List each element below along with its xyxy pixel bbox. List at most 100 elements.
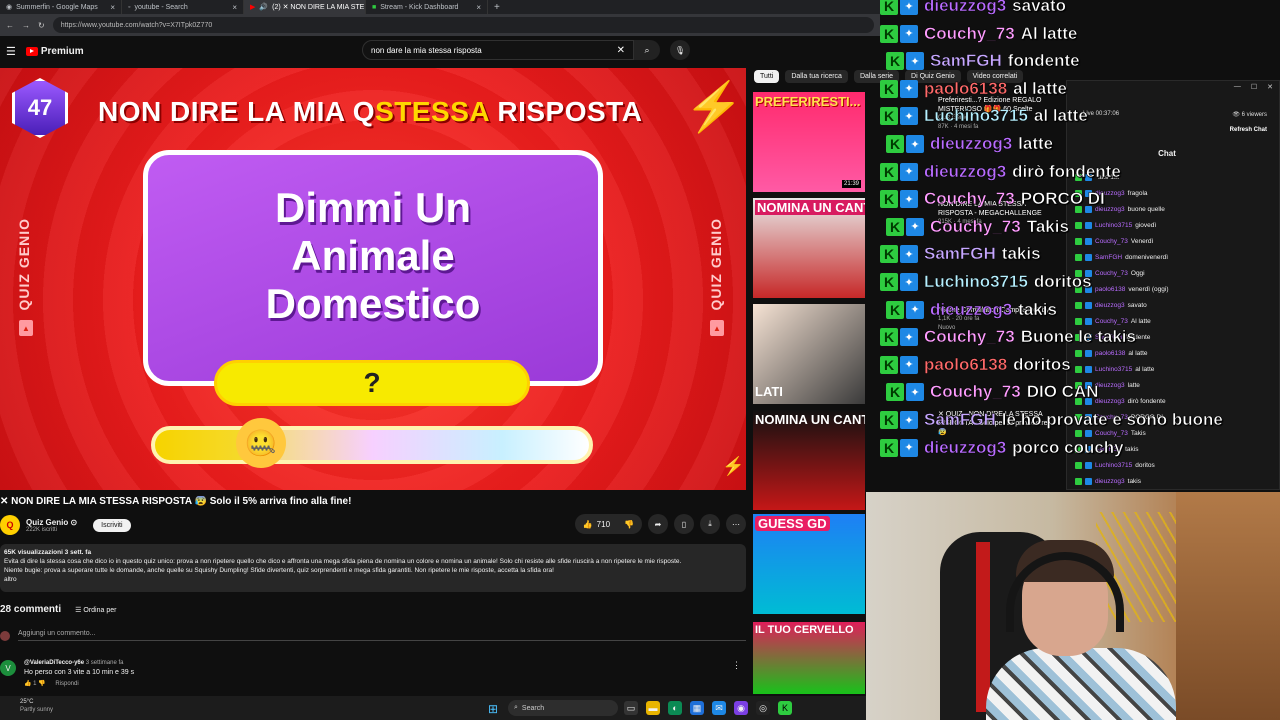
screen: ◉ Summerfin - Google Maps × ◦ youtube - … bbox=[0, 0, 1280, 720]
badge-icons: K ✦ bbox=[886, 217, 924, 236]
search-value: non dare la mia stessa risposta bbox=[371, 45, 482, 55]
badge-icons: K ✦ bbox=[880, 438, 918, 457]
obs-icon[interactable]: ◎ bbox=[756, 701, 770, 715]
recommended-thumbnail[interactable]: GUESS GD bbox=[753, 514, 865, 614]
recommended-thumbnail[interactable]: PREFERIRESTI... 21:39 bbox=[753, 92, 865, 192]
kick-badge-icon: K bbox=[880, 162, 898, 181]
thumbnail-text: NOMINA UN CANTANTE bbox=[755, 200, 865, 215]
chat-username: Couchy_73 bbox=[930, 382, 1021, 402]
video-player[interactable]: 47 NON DIRE LA MIA QSTESSA RISPOSTA ⚡ QU… bbox=[0, 68, 746, 490]
question-line: Animale bbox=[291, 232, 455, 279]
subscribe-button[interactable]: Iscriviti bbox=[93, 518, 131, 532]
kick-chat-username: dieuzzog3 bbox=[1095, 397, 1125, 405]
close-icon[interactable]: × bbox=[232, 3, 237, 12]
close-icon[interactable]: × bbox=[476, 3, 481, 12]
windows-start-icon[interactable]: ⊞ bbox=[488, 702, 498, 716]
description-box[interactable]: 65K visualizzazioni 3 sett. fa Evita di … bbox=[0, 544, 746, 592]
weather-temp: 25°C bbox=[20, 699, 34, 705]
browser-tab[interactable]: ■ Stream - Kick Dashboard × bbox=[366, 0, 488, 14]
chat-username: Couchy_73 bbox=[924, 189, 1015, 209]
comment-author[interactable]: @ValeriaDiTecco-y6e 3 settimane fa bbox=[24, 660, 134, 666]
recommended-thumbnail[interactable]: NOMINA UN CANTANTE bbox=[753, 410, 865, 510]
browser-tab[interactable]: ◦ youtube - Search × bbox=[122, 0, 244, 14]
share-button[interactable]: ➦ bbox=[648, 514, 668, 534]
kick-icon[interactable]: K bbox=[778, 701, 792, 715]
new-tab-button[interactable]: + bbox=[488, 2, 506, 13]
recommended-thumbnail[interactable]: NOMINA UN CANTANTE bbox=[753, 198, 865, 298]
channel-avatar[interactable]: Q bbox=[0, 515, 20, 535]
overlay-chat-line: K ✦ SamFGH fondente bbox=[886, 51, 1080, 71]
thumbnail-text: GUESS GD bbox=[755, 516, 830, 531]
sort-button[interactable]: ☰ Ordina per bbox=[75, 606, 116, 614]
comment-menu-icon[interactable]: ⋮ bbox=[732, 660, 741, 671]
close-icon[interactable]: ✕ bbox=[1267, 83, 1273, 93]
video-title: ✕ NON DIRE LA MIA STESSA RISPOSTA 😰 Solo… bbox=[0, 496, 352, 507]
back-icon[interactable]: ← bbox=[6, 21, 14, 30]
store-icon[interactable]: ▦ bbox=[690, 701, 704, 715]
search-button[interactable]: ⌕ bbox=[634, 40, 660, 60]
streamer-shirt bbox=[986, 648, 1176, 720]
subscriber-count: 222K iscritti bbox=[26, 526, 58, 533]
browser-toolbar: ← → ↻ https://www.youtube.com/watch?v=X7… bbox=[0, 14, 880, 36]
forward-icon[interactable]: → bbox=[22, 21, 30, 30]
recommended-thumbnail[interactable]: IL TUO CERVELLO bbox=[753, 622, 865, 694]
weather-widget[interactable]: 25°C Partly sunny bbox=[20, 698, 53, 714]
channel-name[interactable]: Quiz Genio ⊙ bbox=[26, 518, 77, 527]
verified-badge-icon: ✦ bbox=[900, 79, 918, 98]
chat-username: Couchy_73 bbox=[924, 23, 1015, 43]
taskbar-search[interactable]: ⌕ Search bbox=[508, 700, 618, 716]
thumbs-down-icon[interactable]: 👎 bbox=[38, 681, 45, 687]
chat-message: Buone le takis bbox=[1020, 327, 1136, 347]
window-controls: — ☐ ✕ bbox=[1067, 81, 1279, 95]
more-button[interactable]: ⋯ bbox=[726, 514, 746, 534]
thumbs-down-icon[interactable]: 👎 bbox=[624, 520, 634, 529]
menu-icon[interactable]: ☰ bbox=[6, 45, 16, 58]
save-button[interactable]: ▯ bbox=[674, 514, 694, 534]
search-icon: ◦ bbox=[128, 3, 131, 11]
more-link[interactable]: altro bbox=[4, 575, 742, 584]
address-bar[interactable]: https://www.youtube.com/watch?v=X7ITpk0Z… bbox=[52, 17, 874, 33]
avatar[interactable]: V bbox=[0, 660, 16, 676]
edge-icon[interactable]: ◐ bbox=[668, 701, 682, 715]
badge-icons: K ✦ bbox=[886, 52, 924, 71]
browser-tab[interactable]: ◉ Summerfin - Google Maps × bbox=[0, 0, 122, 14]
chip[interactable]: Dalla tua ricerca bbox=[785, 70, 848, 83]
minimize-icon[interactable]: — bbox=[1234, 83, 1241, 93]
verified-badge-icon: ✦ bbox=[900, 273, 918, 291]
chat-message: porco couchy bbox=[1012, 437, 1124, 457]
speaker-icon[interactable]: 🔊 bbox=[259, 3, 268, 11]
browser-tab-active[interactable]: ▶ 🔊 (2) ✕ NON DIRE LA MIA STE × bbox=[244, 0, 366, 14]
download-button[interactable]: ⤓ bbox=[700, 514, 720, 534]
mic-button[interactable]: 🎙 bbox=[670, 40, 690, 60]
description-text: Evita di dire la stessa cosa che dico io… bbox=[4, 558, 682, 565]
kick-chat-username: dieuzzog3 bbox=[1095, 381, 1125, 389]
clear-icon[interactable]: ✕ bbox=[617, 45, 625, 56]
add-comment-input[interactable]: Aggiungi un commento... bbox=[18, 630, 746, 641]
like-button[interactable]: 👍 710 👎 bbox=[574, 514, 642, 534]
file-explorer-icon[interactable]: ▬ bbox=[646, 701, 660, 715]
discord-icon[interactable]: ◉ bbox=[734, 701, 748, 715]
refresh-chat-button[interactable]: Refresh Chat bbox=[1230, 127, 1267, 133]
mail-icon[interactable]: ✉ bbox=[712, 701, 726, 715]
search-input[interactable]: non dare la mia stessa risposta ✕ bbox=[362, 40, 634, 60]
task-view-icon[interactable]: ▭ bbox=[624, 701, 638, 715]
recommended-thumbnail[interactable]: LATI bbox=[753, 304, 865, 404]
kick-badge-icon bbox=[1075, 301, 1082, 309]
arrow-up-icon: ▲ bbox=[710, 320, 724, 336]
comment-likes: 1 bbox=[33, 681, 37, 687]
thumbs-up-icon[interactable]: 👍 bbox=[24, 681, 31, 687]
reload-icon[interactable]: ↻ bbox=[38, 21, 45, 30]
close-icon[interactable]: × bbox=[110, 3, 115, 12]
badge-icons: K ✦ bbox=[886, 383, 924, 402]
kick-chat-text: venerdì (oggi) bbox=[1128, 285, 1169, 293]
chat-username: dieuzzog3 bbox=[924, 161, 1007, 181]
tab-label: Stream - Kick Dashboard bbox=[380, 3, 459, 11]
maximize-icon[interactable]: ☐ bbox=[1251, 83, 1257, 93]
chat-message: fondente bbox=[1007, 51, 1080, 71]
youtube-logo[interactable]: Premium bbox=[25, 46, 84, 57]
verified-badge-icon bbox=[1085, 221, 1092, 229]
verified-badge-icon: ✦ bbox=[900, 190, 918, 209]
overlay-chat-line: K ✦ dieuzzog3 porco couchy bbox=[880, 437, 1124, 458]
reply-button[interactable]: Rispondi bbox=[55, 681, 78, 687]
chip[interactable]: Tutti bbox=[754, 70, 780, 83]
